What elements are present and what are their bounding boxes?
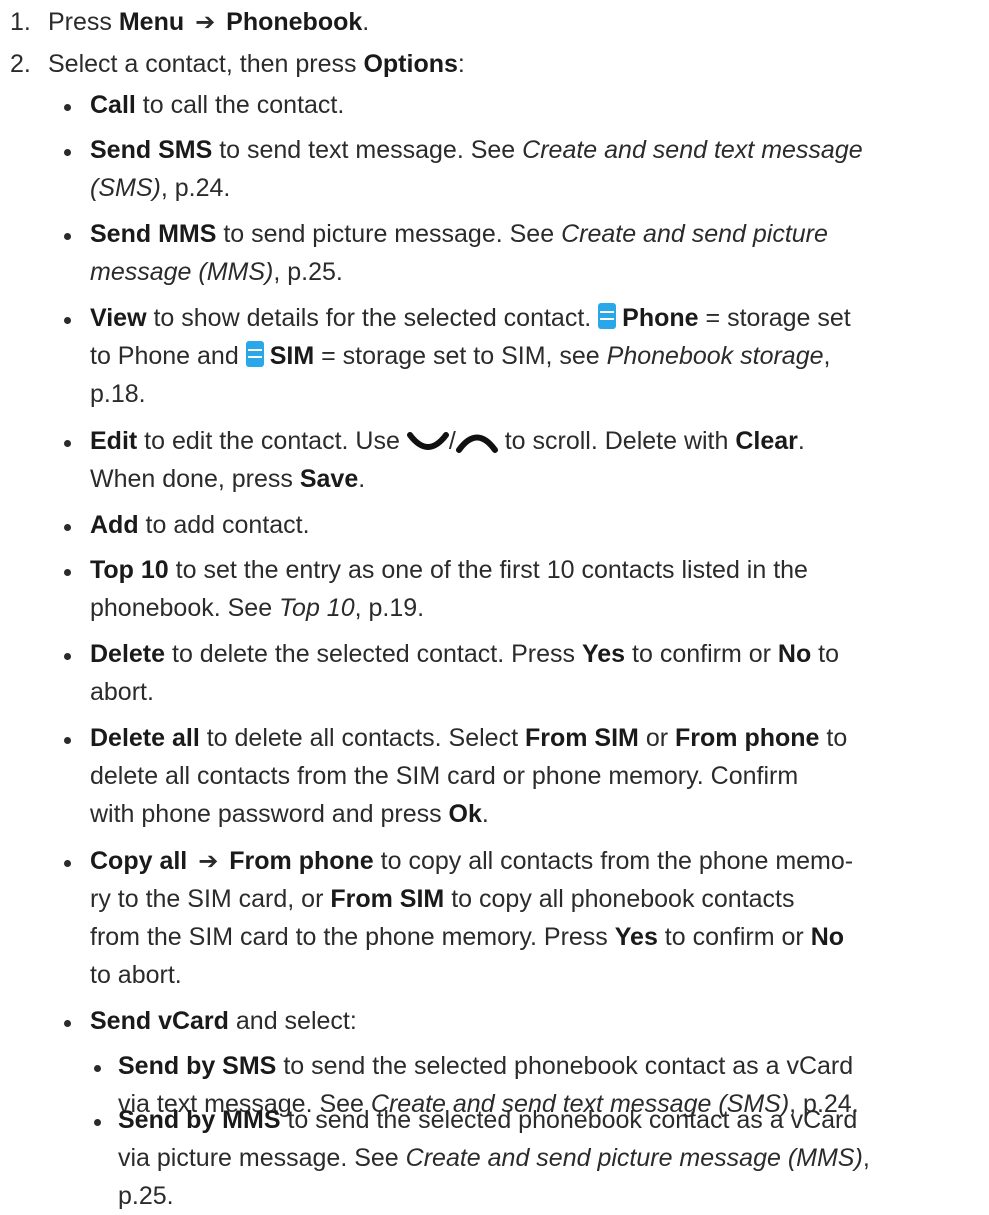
bold-term: Delete — [90, 640, 166, 668]
option-delete: Delete to delete the selected contact. P… — [90, 635, 970, 711]
option-copy-all: Copy all ➔ From phone to copy all contac… — [90, 842, 970, 994]
text-line: (SMS), p.24. — [90, 174, 231, 202]
step-2: 2. Select a contact, then press Options: — [10, 45, 465, 83]
text-line: Send vCard and select: — [90, 1007, 357, 1035]
option-send-vcard: Send vCard and select: — [90, 1002, 970, 1040]
cross-reference: Phonebook storage — [606, 342, 824, 370]
bullet — [64, 737, 71, 744]
bullet — [94, 1119, 101, 1126]
arrow-icon: ➔ — [195, 9, 216, 36]
storage-list-icon — [245, 341, 264, 367]
text-line: Send by SMS to send the selected phonebo… — [118, 1052, 854, 1080]
nav-down-icon — [406, 432, 449, 450]
bold-term: Call — [90, 91, 136, 119]
option-send-sms: Send SMS to send text message. See Creat… — [90, 131, 970, 207]
bold-term: Save — [299, 465, 359, 493]
bold-term: Send vCard — [90, 1007, 229, 1035]
option-add: Add to add contact. — [90, 506, 970, 544]
option-delete-all: Delete all to delete all contacts. Selec… — [90, 719, 970, 833]
bold-term: Send MMS — [90, 220, 217, 248]
bold-term: No — [777, 640, 812, 668]
text-line: Add to add contact. — [90, 511, 310, 539]
text-line: Call to call the contact. — [90, 91, 345, 119]
option-call: Call to call the contact. — [90, 86, 970, 124]
options-key: Options — [363, 50, 458, 78]
option-edit: Edit to edit the contact. Use / to scrol… — [90, 422, 970, 498]
text-line: Delete to delete the selected contact. P… — [90, 640, 840, 668]
arrow-icon: ➔ — [198, 848, 219, 875]
bullet — [64, 233, 71, 240]
text-line: p.18. — [90, 380, 146, 408]
text-line: Top 10 to set the entry as one of the fi… — [90, 556, 808, 584]
nav-up-icon — [455, 434, 498, 453]
text-line: ry to the SIM card, or From SIM to copy … — [90, 885, 795, 913]
bullet — [64, 149, 71, 156]
bold-term: Copy all — [90, 847, 188, 875]
bold-term: No — [810, 923, 845, 951]
bold-term: Top 10 — [90, 556, 169, 584]
text-line: When done, press Save. — [90, 465, 366, 493]
bullet — [64, 317, 71, 324]
bold-term: Yes — [581, 640, 626, 668]
bold-term: Send by SMS — [118, 1052, 277, 1080]
cross-reference: Create and send text message — [522, 136, 863, 164]
cross-reference: Top 10 — [279, 594, 355, 622]
text-line: to Phone and SIM = storage set to SIM, s… — [90, 341, 831, 370]
phonebook-label: Phonebook — [226, 8, 363, 36]
text-line: Send by MMS to send the selected phonebo… — [118, 1106, 858, 1134]
text-line: View to show details for the selected co… — [90, 303, 851, 332]
step-number: 2. — [10, 50, 31, 78]
bullet — [64, 104, 71, 111]
text-line: to abort. — [90, 961, 182, 989]
menu-key: Menu — [118, 8, 185, 36]
option-send-by-mms: Send by MMS to send the selected phonebo… — [118, 1101, 978, 1215]
step-1: 1. Press Menu ➔ Phonebook. — [10, 3, 369, 42]
bullet — [64, 653, 71, 660]
bold-term: Add — [90, 511, 139, 539]
bold-term: From SIM — [330, 885, 445, 913]
option-send-mms: Send MMS to send picture message. See Cr… — [90, 215, 970, 291]
text-line: abort. — [90, 678, 154, 706]
cross-reference: Create and send picture — [561, 220, 828, 248]
bold-term: From phone — [675, 724, 820, 752]
bullet — [64, 860, 71, 867]
bold-term: Edit — [90, 427, 138, 455]
text-line: with phone password and press Ok. — [90, 800, 489, 828]
bullet — [64, 1020, 71, 1027]
cross-reference: (SMS) — [90, 174, 161, 202]
text-line: Edit to edit the contact. Use / to scrol… — [90, 427, 805, 455]
bold-term: Ok — [448, 800, 482, 828]
text-line: delete all contacts from the SIM card or… — [90, 762, 799, 790]
cross-reference: Create and send picture message (MMS) — [405, 1144, 863, 1172]
option-top-10: Top 10 to set the entry as one of the fi… — [90, 551, 970, 627]
text-line: via picture message. See Create and send… — [118, 1144, 870, 1172]
text-line: Copy all ➔ From phone to copy all contac… — [90, 842, 970, 880]
text-line: Delete all to delete all contacts. Selec… — [90, 724, 848, 752]
bold-term: Yes — [614, 923, 658, 951]
bullet — [94, 1065, 101, 1072]
bold-term: Delete all — [90, 724, 200, 752]
bold-term: Clear — [735, 427, 798, 455]
text-line: Send SMS to send text message. See Creat… — [90, 136, 863, 164]
bold-term: SIM — [269, 342, 315, 370]
cross-reference: message (MMS) — [90, 258, 274, 286]
bold-term: View — [90, 304, 147, 332]
manual-page: 1. Press Menu ➔ Phonebook. 2. Select a con… — [0, 0, 989, 1210]
bullet — [64, 569, 71, 576]
bullet — [64, 440, 71, 447]
bold-term: From SIM — [524, 724, 639, 752]
text-line: Send MMS to send picture message. See Cr… — [90, 220, 828, 248]
bold-term: Send by MMS — [118, 1106, 281, 1134]
option-view: View to show details for the selected co… — [90, 299, 970, 413]
bold-term: From phone — [229, 847, 374, 875]
storage-list-icon — [598, 303, 617, 329]
text-line: message (MMS), p.25. — [90, 258, 343, 286]
text-line: from the SIM card to the phone memory. P… — [90, 923, 845, 951]
bullet — [64, 524, 71, 531]
step-number: 1. — [10, 8, 31, 36]
bold-term: Phone — [622, 304, 699, 332]
text-line: phonebook. See Top 10, p.19. — [90, 594, 425, 622]
text-line: p.25. — [118, 1182, 174, 1210]
bold-term: Send SMS — [90, 136, 213, 164]
